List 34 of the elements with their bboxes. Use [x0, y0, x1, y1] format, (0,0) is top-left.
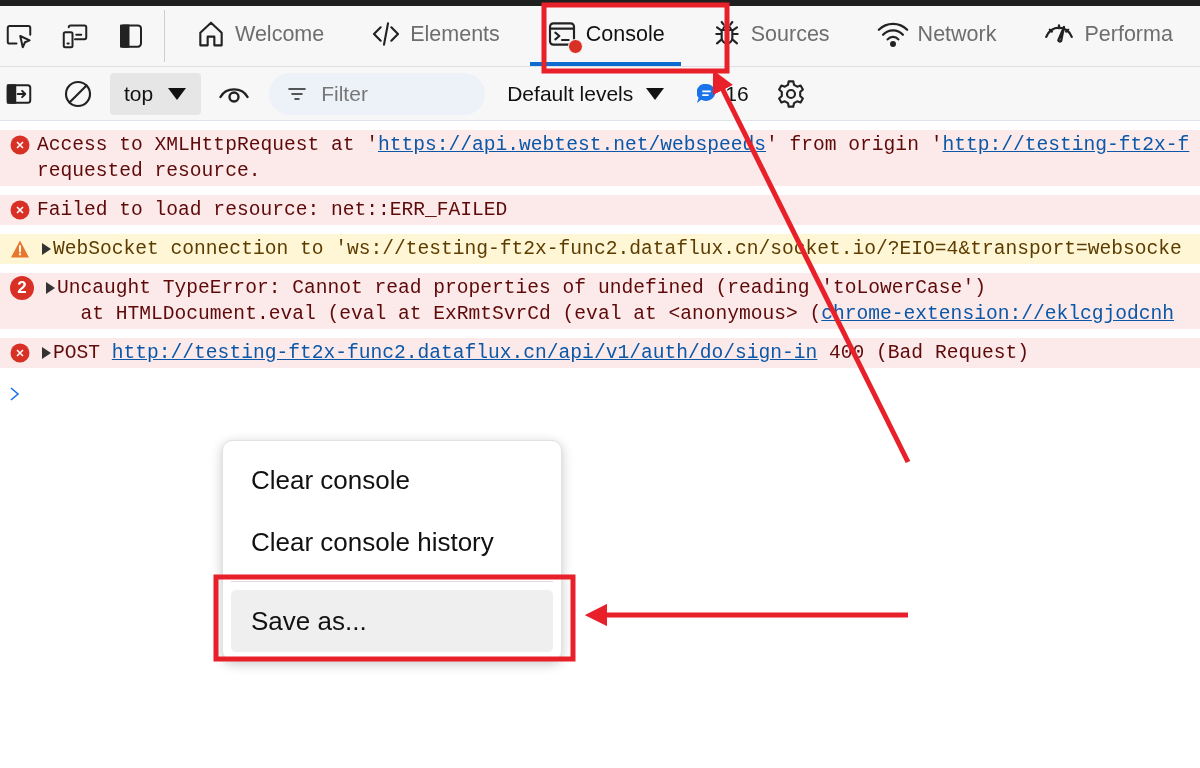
error-icon [10, 343, 30, 363]
count-badge: 2 [10, 276, 34, 300]
error-icon [10, 135, 30, 155]
message-count[interactable]: 16 [697, 81, 749, 106]
warning-icon [10, 239, 30, 259]
message-text: POST [53, 341, 102, 366]
message-icon [697, 84, 717, 103]
menu-item[interactable]: Clear console [231, 449, 553, 511]
link[interactable]: http://testing-ft2x-func2.dataflux.cn/api/v1/auth/do/sign-in [111, 340, 818, 366]
tab[interactable]: Performa [1026, 6, 1189, 66]
expand-triangle-icon[interactable] [42, 347, 51, 359]
filter-field[interactable]: Filter [269, 72, 486, 115]
message-text: at HTMLDocument.eval (eval at ExRmtSvrCd (eval at <anonymous> ( [79, 302, 822, 327]
levels-dropdown[interactable]: Default levels [507, 81, 666, 106]
context-dropdown[interactable]: top [110, 72, 202, 115]
expand-triangle-icon[interactable] [46, 282, 55, 294]
caret-icon [645, 86, 666, 101]
device-icon [60, 21, 90, 51]
tab[interactable]: Network [859, 6, 1013, 66]
message-text: Uncaught TypeError: Cannot read properties of undefined (reading 'toLowerCase') [57, 276, 986, 301]
message-text: ' from origin ' [766, 133, 943, 158]
tab[interactable]: Welcome [179, 6, 341, 66]
message-text: Access to XMLHttpRequest at ' [37, 133, 378, 158]
expand-triangle-icon[interactable] [42, 243, 51, 255]
tab[interactable]: Elements [354, 6, 516, 66]
menu-item[interactable]: Save as... [231, 590, 553, 652]
message-text: Failed to load resource: net::ERR_FAILED [37, 198, 508, 223]
caret-icon [167, 86, 188, 101]
link[interactable]: http://testing-ft2x-f [942, 132, 1190, 158]
tab[interactable]: Sources [694, 6, 846, 66]
message-text: requested resource. [37, 159, 261, 184]
menu-item[interactable]: Clear console history [231, 511, 553, 573]
error-icon [10, 200, 30, 220]
prompt-chevron-icon[interactable] [8, 385, 22, 403]
